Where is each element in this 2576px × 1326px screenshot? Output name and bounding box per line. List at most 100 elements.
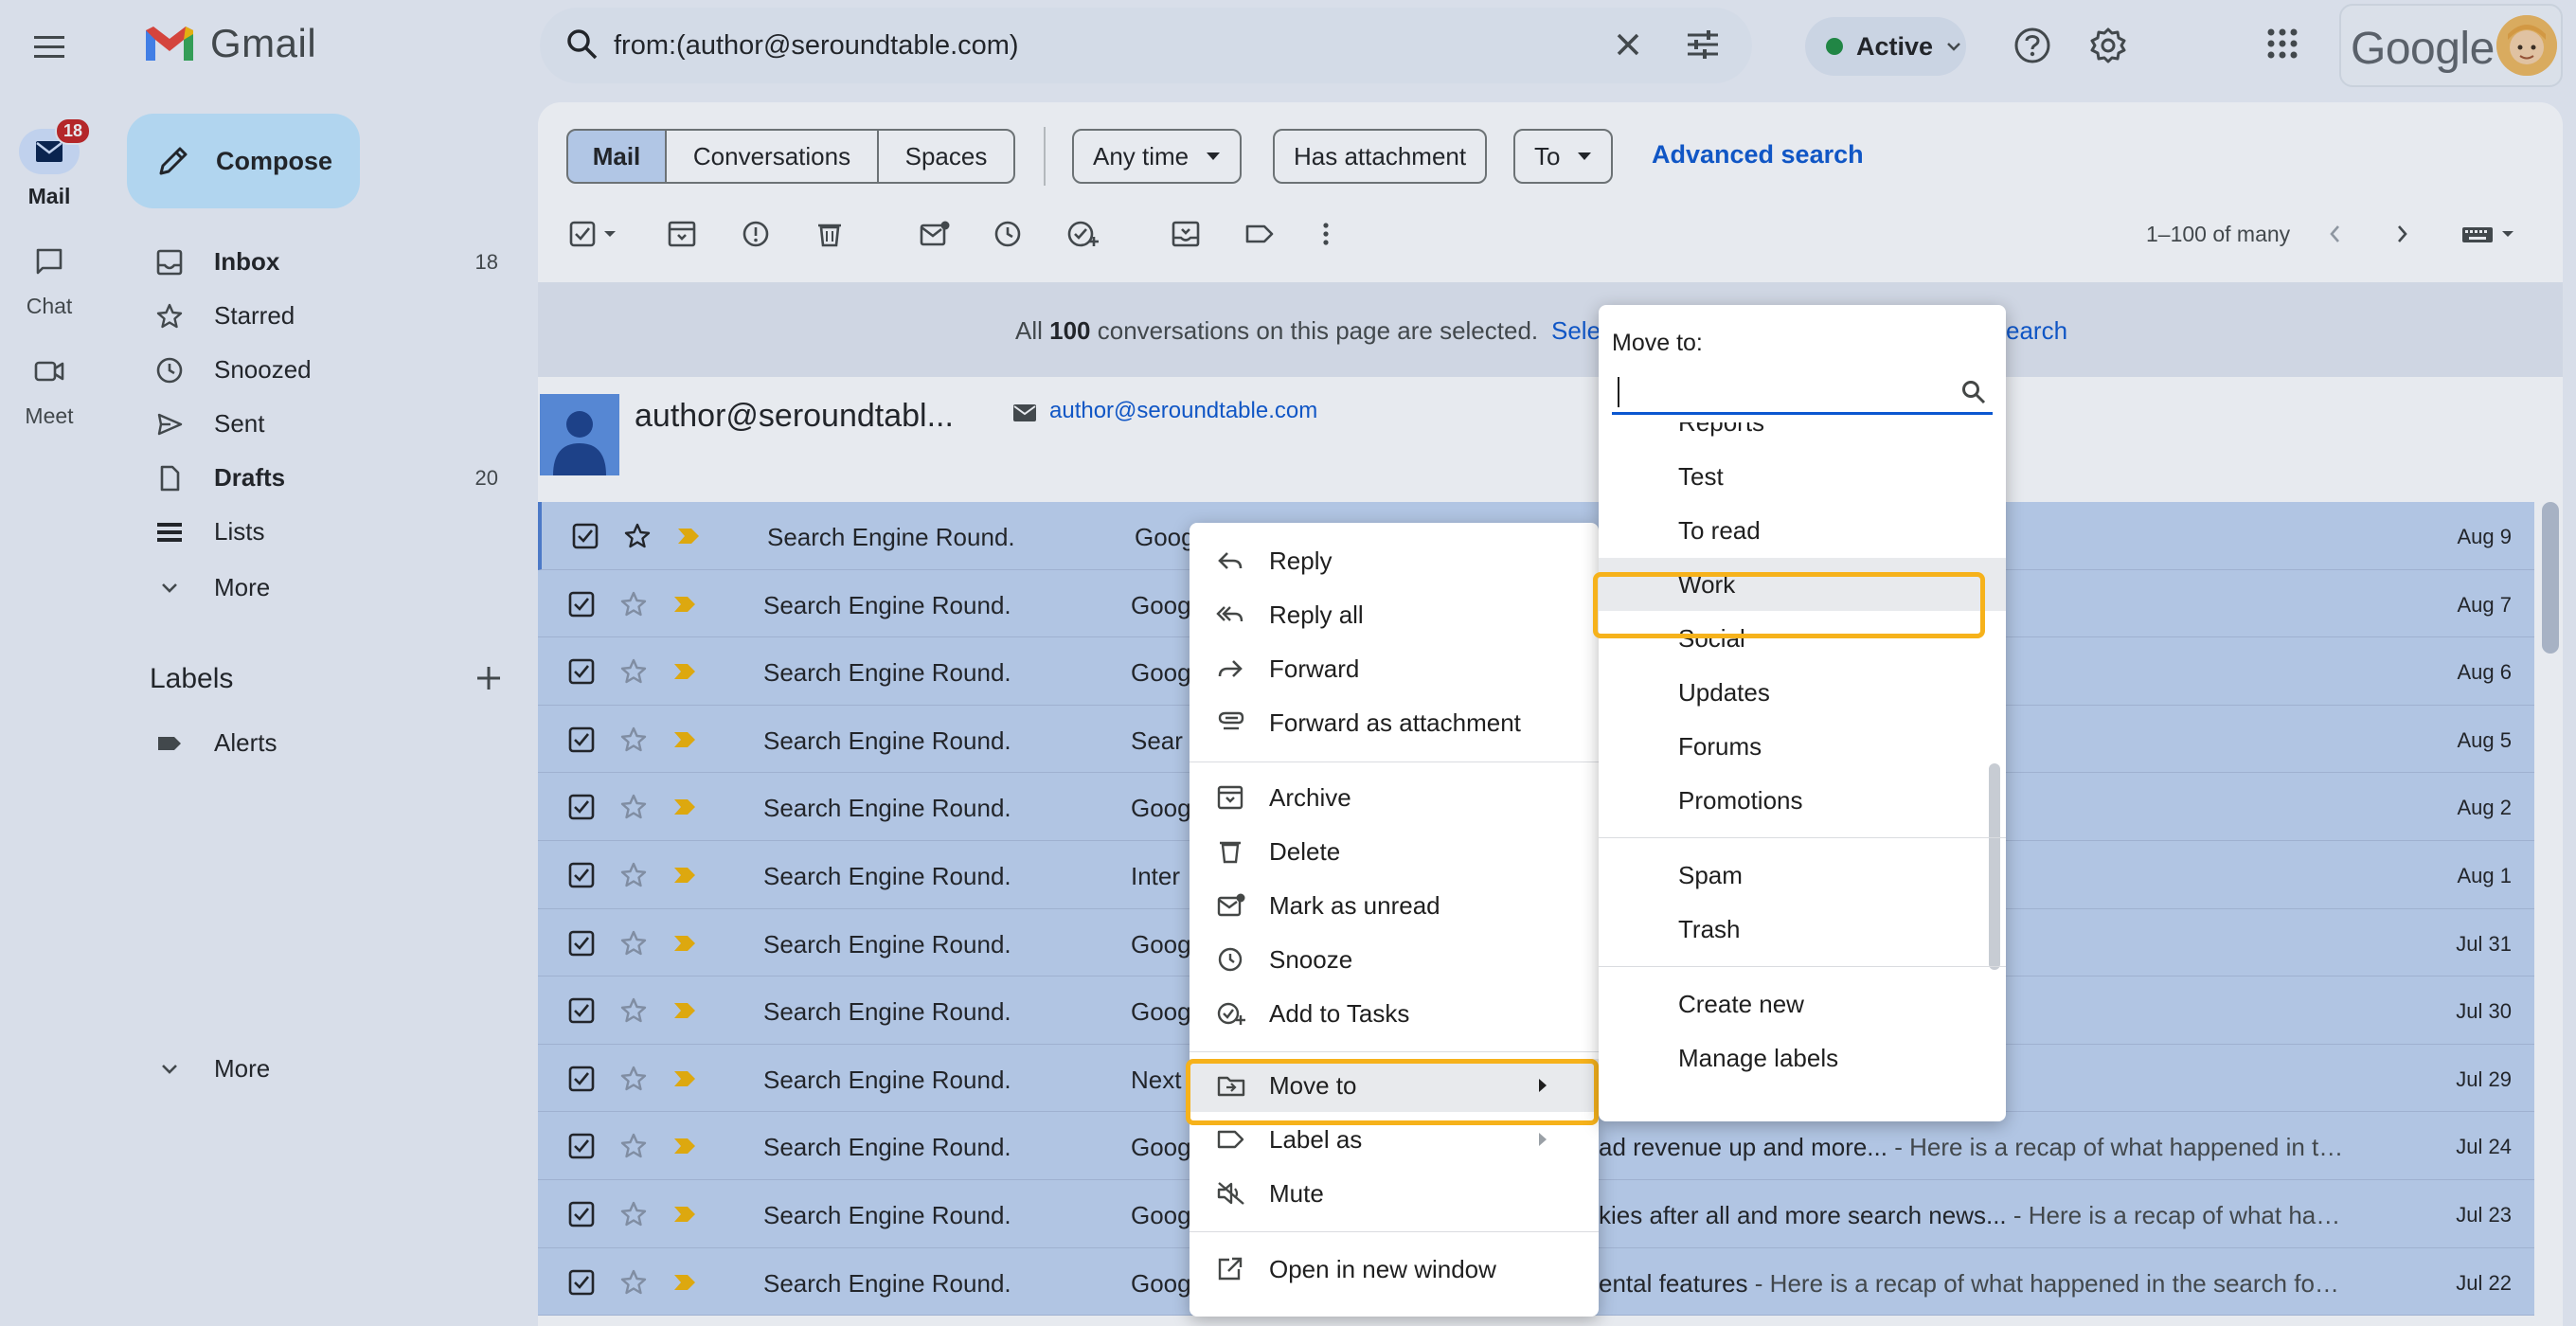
report-spam-icon[interactable] [741, 220, 771, 248]
row-checkbox-icon[interactable] [568, 658, 595, 685]
menu-add-tasks[interactable]: Add to Tasks [1190, 987, 1599, 1040]
importance-marker-icon[interactable] [672, 1273, 697, 1292]
row-checkbox-icon[interactable] [568, 997, 595, 1024]
search-options-icon[interactable] [1684, 27, 1722, 63]
row-checkbox-icon[interactable] [568, 794, 595, 820]
main-menu-icon[interactable] [28, 27, 70, 68]
row-checkbox-icon[interactable] [568, 1201, 595, 1227]
apps-grid-icon[interactable] [2263, 25, 2301, 63]
nav-drafts[interactable]: Drafts 20 [0, 451, 530, 505]
menu-mute[interactable]: Mute [1190, 1167, 1599, 1220]
nav-lists[interactable]: Lists [0, 505, 530, 559]
search-input[interactable]: from:(author@seroundtable.com) [614, 30, 1019, 62]
menu-label-as[interactable]: Label as [1190, 1113, 1599, 1166]
move-to-item-updates[interactable]: Updates [1599, 666, 2006, 719]
add-task-icon[interactable] [1066, 220, 1100, 248]
snooze-clock-icon[interactable] [993, 220, 1023, 248]
mark-unread-icon[interactable] [919, 220, 951, 248]
importance-marker-icon[interactable] [672, 730, 697, 749]
contact-avatar[interactable] [540, 394, 619, 475]
star-icon[interactable] [619, 861, 648, 889]
move-to-item-manage-labels[interactable]: Manage labels [1599, 1031, 2006, 1084]
move-to-item-create-new[interactable]: Create new [1599, 977, 2006, 1030]
contact-email-link[interactable]: author@seroundtable.com [1049, 398, 1317, 424]
label-icon[interactable] [1244, 220, 1277, 248]
clear-search-icon[interactable] [1610, 27, 1646, 63]
settings-gear-icon[interactable] [2087, 25, 2129, 66]
menu-reply[interactable]: Reply [1190, 534, 1599, 587]
importance-marker-icon[interactable] [672, 1205, 697, 1224]
tab-mail[interactable]: Mail [566, 129, 667, 184]
move-to-item-social[interactable]: Social [1599, 612, 2006, 665]
select-all-checkbox-icon[interactable] [568, 220, 621, 248]
menu-archive[interactable]: Archive [1190, 771, 1599, 824]
menu-forward-attachment[interactable]: Forward as attachment [1190, 696, 1599, 749]
help-icon[interactable] [2012, 25, 2053, 66]
importance-marker-icon[interactable] [672, 595, 697, 614]
move-to-item-spam[interactable]: Spam [1599, 849, 2006, 902]
move-to-search-input[interactable] [1612, 371, 1993, 415]
row-checkbox-icon[interactable] [568, 591, 595, 618]
nav-label-alerts[interactable]: Alerts [0, 716, 530, 770]
any-time-dropdown[interactable]: Any time [1072, 129, 1243, 184]
menu-move-to[interactable]: Move to [1190, 1059, 1599, 1112]
move-to-inbox-icon[interactable] [1171, 220, 1201, 248]
chevron-left-icon[interactable] [2324, 220, 2347, 248]
move-to-item-promotions[interactable]: Promotions [1599, 774, 2006, 827]
tab-conversations[interactable]: Conversations [665, 129, 879, 184]
keyboard-input-icon[interactable] [2460, 220, 2519, 248]
menu-reply-all[interactable]: Reply all [1190, 588, 1599, 641]
star-icon[interactable] [619, 726, 648, 754]
nav-snoozed[interactable]: Snoozed [0, 343, 530, 397]
menu-forward[interactable]: Forward [1190, 642, 1599, 695]
nav-starred[interactable]: Starred [0, 289, 530, 343]
importance-marker-icon[interactable] [676, 527, 701, 546]
row-checkbox-icon[interactable] [568, 862, 595, 888]
importance-marker-icon[interactable] [672, 797, 697, 816]
star-icon[interactable] [619, 793, 648, 821]
search-icon[interactable] [1960, 379, 1987, 405]
row-checkbox-icon[interactable] [568, 1066, 595, 1092]
star-icon[interactable] [619, 1132, 648, 1160]
star-icon[interactable] [619, 657, 648, 686]
star-icon[interactable] [619, 929, 648, 958]
star-icon[interactable] [623, 522, 652, 550]
menu-open-new-window[interactable]: Open in new window [1190, 1243, 1599, 1296]
delete-trash-icon[interactable] [814, 220, 845, 248]
nav-more-bottom[interactable]: More [0, 1042, 530, 1096]
row-checkbox-icon[interactable] [568, 726, 595, 753]
menu-delete[interactable]: Delete [1190, 825, 1599, 878]
move-to-item-work[interactable]: Work [1599, 558, 2006, 611]
importance-marker-icon[interactable] [672, 1001, 697, 1020]
star-icon[interactable] [619, 590, 648, 618]
email-list-scrollbar[interactable] [2542, 502, 2559, 654]
more-vert-icon[interactable] [1316, 220, 1335, 248]
row-checkbox-icon[interactable] [568, 930, 595, 957]
nav-sent[interactable]: Sent [0, 397, 530, 451]
importance-marker-icon[interactable] [672, 1137, 697, 1156]
tab-spaces[interactable]: Spaces [877, 129, 1015, 184]
search-icon[interactable] [564, 27, 600, 63]
importance-marker-icon[interactable] [672, 1069, 697, 1088]
star-icon[interactable] [619, 1065, 648, 1093]
add-label-icon[interactable] [474, 663, 504, 693]
star-icon[interactable] [619, 996, 648, 1025]
rail-mail[interactable]: 18 Mail [0, 117, 98, 209]
move-to-item-test[interactable]: Test [1599, 450, 2006, 503]
menu-mark-unread[interactable]: Mark as unread [1190, 879, 1599, 932]
advanced-search-link[interactable]: Advanced search [1652, 140, 1864, 170]
select-all-search-link[interactable]: earch [2006, 316, 2067, 346]
archive-icon[interactable] [667, 220, 697, 248]
select-all-link[interactable]: Sele [1551, 316, 1601, 346]
row-checkbox-icon[interactable] [568, 1269, 595, 1296]
compose-button[interactable]: Compose [127, 114, 360, 208]
to-dropdown[interactable]: To [1513, 129, 1614, 184]
move-to-item-reports[interactable]: Reports [1599, 422, 2006, 449]
menu-snooze[interactable]: Snooze [1190, 933, 1599, 986]
importance-marker-icon[interactable] [672, 866, 697, 885]
move-to-item-trash[interactable]: Trash [1599, 903, 2006, 956]
nav-inbox[interactable]: Inbox 18 [0, 235, 530, 289]
chevron-right-icon[interactable] [2390, 220, 2413, 248]
importance-marker-icon[interactable] [672, 934, 697, 953]
nav-more[interactable]: More [0, 561, 530, 615]
